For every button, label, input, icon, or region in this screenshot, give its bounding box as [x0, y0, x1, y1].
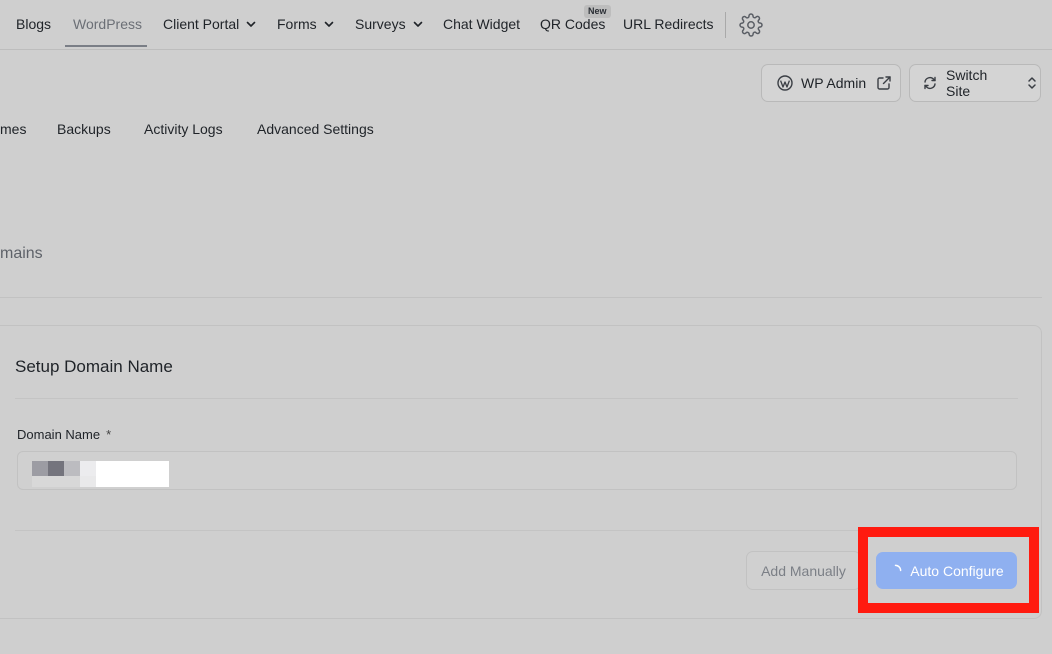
- nav-item-url-redirects[interactable]: URL Redirects: [623, 0, 714, 48]
- chevron-down-icon: [246, 21, 256, 27]
- card-title: Setup Domain Name: [15, 357, 173, 376]
- nav-item-label: Blogs: [16, 16, 52, 32]
- chevron-down-icon: [324, 21, 333, 27]
- switch-site-label: Switch Site: [946, 67, 988, 99]
- active-tab-indicator: [65, 45, 147, 47]
- card-divider: [15, 398, 1018, 399]
- chevron-up-down-icon: [1028, 77, 1036, 89]
- nav-item-label: Client Portal: [163, 16, 240, 32]
- wp-admin-button[interactable]: WP Admin: [761, 64, 901, 102]
- nav-item-chat-widget[interactable]: Chat Widget: [443, 0, 520, 48]
- redacted-domain-value: [32, 461, 169, 487]
- nav-item-label: URL Redirects: [623, 16, 714, 32]
- nav-item-label: WordPress: [73, 16, 142, 32]
- wp-admin-label: WP Admin: [801, 75, 867, 91]
- add-manually-button[interactable]: Add Manually: [746, 551, 861, 590]
- wordpress-icon: [777, 75, 793, 91]
- chevron-down-icon: [413, 21, 422, 27]
- tab-activity-logs[interactable]: Activity Logs: [144, 121, 223, 137]
- section-divider: [0, 297, 1042, 298]
- section-title: mains: [0, 245, 43, 262]
- nav-item-wordpress[interactable]: WordPress: [73, 0, 142, 48]
- required-mark: *: [106, 427, 112, 442]
- auto-configure-label: Auto Configure: [910, 562, 1004, 579]
- external-link-icon: [877, 76, 891, 90]
- field-label-text: Domain Name: [17, 427, 101, 442]
- new-badge: New: [584, 5, 611, 18]
- card-footer-divider: [15, 530, 1018, 531]
- nav-item-blogs[interactable]: Blogs: [16, 0, 51, 48]
- tab-backups[interactable]: Backups: [57, 121, 111, 137]
- nav-item-label: QR Codes: [540, 16, 606, 32]
- gear-icon[interactable]: [739, 13, 763, 37]
- top-nav: Blogs WordPress Client Portal Forms Surv…: [0, 0, 1052, 50]
- nav-item-label: Forms: [277, 16, 317, 32]
- switch-site-button[interactable]: Switch Site: [909, 64, 1041, 102]
- loading-spinner-icon: [895, 564, 902, 572]
- domain-name-label: Domain Name *: [17, 427, 111, 442]
- nav-item-label: Surveys: [355, 16, 406, 32]
- nav-item-surveys[interactable]: Surveys: [355, 0, 423, 48]
- tab-domains-partial[interactable]: mes: [0, 121, 26, 137]
- switch-arrows-icon: [924, 76, 936, 90]
- tab-advanced-settings[interactable]: Advanced Settings: [257, 121, 374, 137]
- auto-configure-button[interactable]: Auto Configure: [876, 552, 1017, 589]
- nav-item-forms[interactable]: Forms: [277, 0, 334, 48]
- nav-item-client-portal[interactable]: Client Portal: [163, 0, 256, 48]
- nav-divider: [725, 12, 726, 38]
- nav-item-label: Chat Widget: [443, 16, 521, 32]
